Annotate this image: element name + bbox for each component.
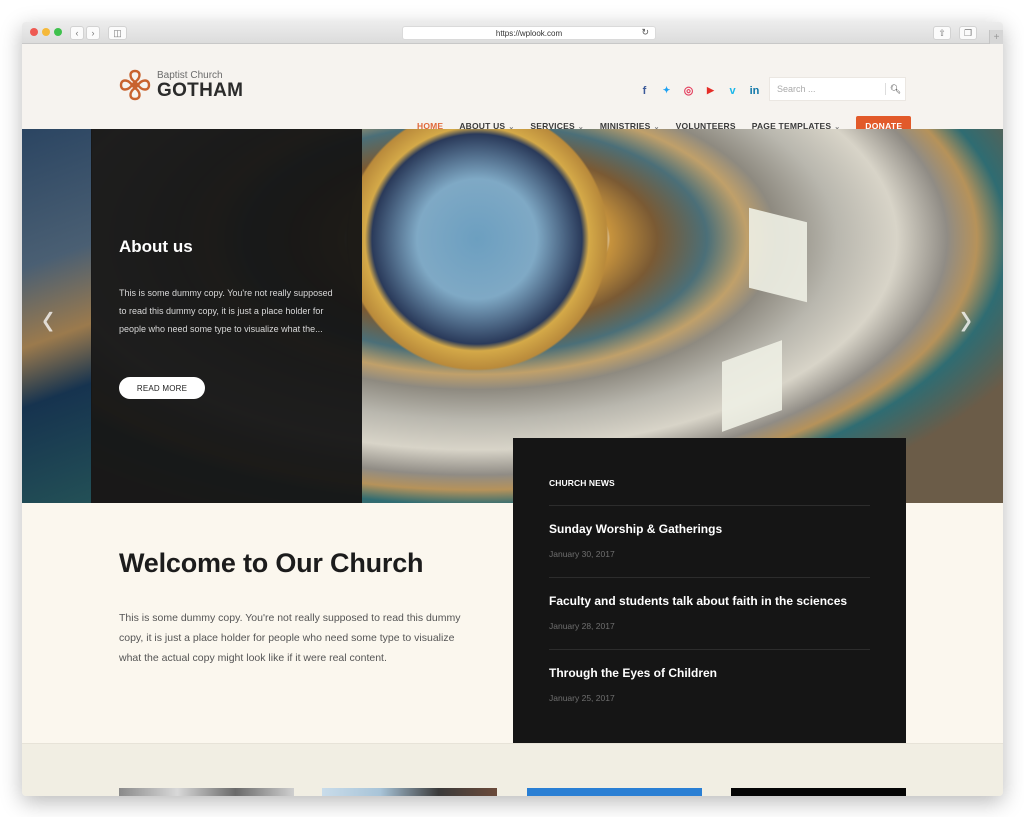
- news-item[interactable]: Sunday Worship & Gatherings January 30, …: [549, 505, 870, 559]
- about-title: About us: [119, 237, 193, 256]
- maximize-window-button[interactable]: [54, 28, 62, 36]
- logo-flower-icon: [119, 69, 151, 101]
- slider-next-arrow-icon[interactable]: ›: [960, 289, 972, 348]
- about-panel: About us This is some dummy copy. You're…: [91, 129, 362, 503]
- news-item-date: January 30, 2017: [549, 549, 615, 559]
- close-window-button[interactable]: [30, 28, 38, 36]
- lower-section: [22, 743, 1003, 796]
- url-text: https://wplook.com: [495, 28, 563, 38]
- chevron-left-icon[interactable]: ‹: [70, 26, 84, 40]
- news-item[interactable]: Faculty and students talk about faith in…: [549, 577, 870, 631]
- site-header: Baptist Church GOTHAM f ✦ ◎ ▶ v in Searc…: [22, 44, 1003, 136]
- about-text: This is some dummy copy. You're not real…: [119, 288, 333, 334]
- address-bar[interactable]: https://wplook.com ↻: [402, 26, 656, 40]
- chevron-right-icon[interactable]: ›: [86, 26, 100, 40]
- site-logo[interactable]: Baptist Church GOTHAM: [118, 68, 243, 102]
- linkedin-icon[interactable]: in: [748, 85, 761, 97]
- news-item-date: January 28, 2017: [549, 621, 615, 631]
- hero-image-window: [722, 340, 782, 432]
- search-icon[interactable]: 🔍︎: [885, 83, 905, 95]
- search-placeholder: Search ...: [777, 84, 816, 94]
- thumbnail-image[interactable]: [527, 788, 702, 796]
- social-links: f ✦ ◎ ▶ v in: [638, 84, 761, 98]
- plus-icon[interactable]: +: [989, 30, 1003, 44]
- vimeo-icon[interactable]: v: [726, 85, 739, 97]
- reload-icon[interactable]: ↻: [641, 27, 649, 38]
- welcome-text: This is some dummy copy. You're not real…: [119, 612, 461, 664]
- minimize-window-button[interactable]: [42, 28, 50, 36]
- facebook-icon[interactable]: f: [638, 85, 651, 97]
- news-item-title[interactable]: Faculty and students talk about faith in…: [549, 594, 870, 608]
- hero-image-edge: [22, 129, 92, 503]
- church-news-title: CHURCH NEWS: [549, 478, 615, 488]
- hero-image-window: [749, 207, 807, 303]
- logo-subtitle: Baptist Church: [157, 69, 223, 81]
- logo-title: GOTHAM: [157, 79, 244, 101]
- slider-prev-arrow-icon[interactable]: ‹: [42, 289, 54, 348]
- read-more-button[interactable]: READ MORE: [119, 377, 205, 399]
- church-news-panel: CHURCH NEWS Sunday Worship & Gatherings …: [513, 438, 906, 743]
- browser-toolbar: ‹ › ◫ https://wplook.com ↻ ⇧ ❐ +: [22, 22, 1003, 44]
- instagram-icon[interactable]: ◎: [682, 84, 695, 97]
- thumbnail-image[interactable]: [731, 788, 906, 796]
- youtube-icon[interactable]: ▶: [704, 85, 717, 96]
- thumbnail-image[interactable]: [322, 788, 497, 796]
- sidebar-icon[interactable]: ◫: [108, 26, 127, 40]
- share-icon[interactable]: ⇧: [933, 26, 951, 40]
- tabs-icon[interactable]: ❐: [959, 26, 977, 40]
- news-item-date: January 25, 2017: [549, 693, 615, 703]
- browser-window: ‹ › ◫ https://wplook.com ↻ ⇧ ❐ + Baptist…: [22, 22, 1003, 796]
- welcome-title: Welcome to Our Church: [119, 548, 424, 578]
- news-item-title[interactable]: Through the Eyes of Children: [549, 666, 870, 680]
- search-input[interactable]: Search ... 🔍︎: [769, 77, 906, 101]
- news-item[interactable]: Through the Eyes of Children January 25,…: [549, 649, 870, 703]
- news-item-title[interactable]: Sunday Worship & Gatherings: [549, 522, 870, 536]
- thumbnail-image[interactable]: [119, 788, 294, 796]
- twitter-icon[interactable]: ✦: [660, 85, 673, 96]
